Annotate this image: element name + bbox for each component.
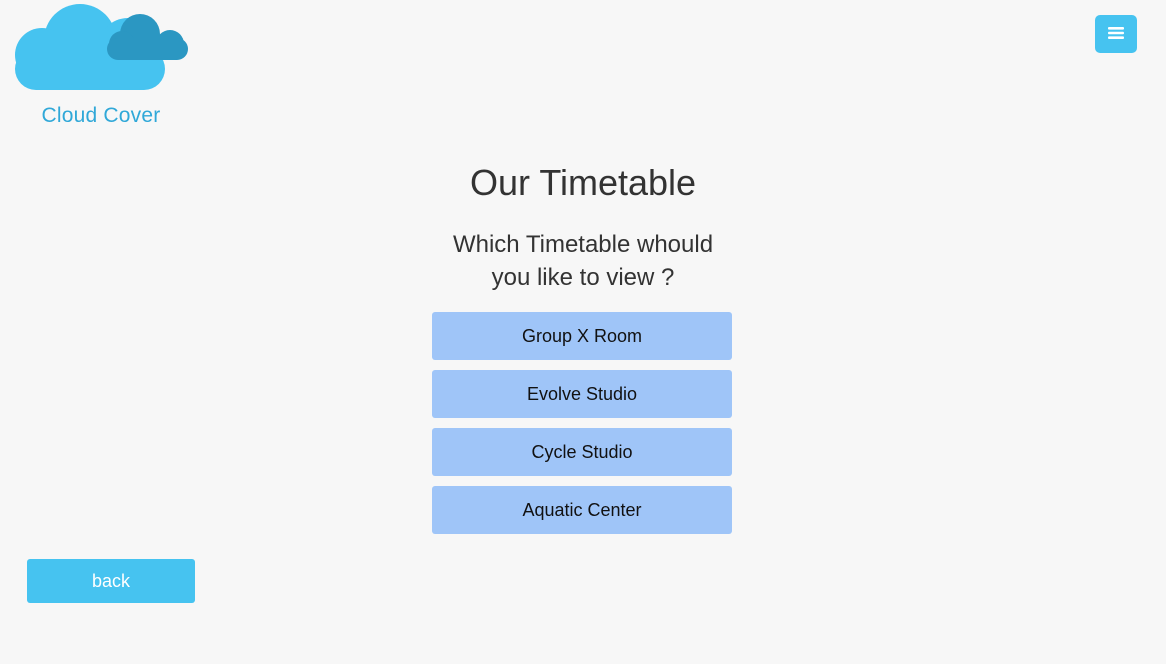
menu-button[interactable]	[1095, 15, 1137, 53]
evolve-studio-button[interactable]: Evolve Studio	[432, 370, 732, 418]
question-line-1: Which Timetable whould	[452, 231, 714, 258]
cloud-logo-icon	[15, 4, 188, 90]
page: Cloud Cover Our Timetable Which Timetabl…	[0, 0, 1166, 664]
brand-name: Cloud Cover	[41, 104, 161, 127]
page-title: Our Timetable	[469, 162, 697, 203]
cycle-studio-button[interactable]: Cycle Studio	[432, 428, 732, 476]
timetable-question: Which Timetable whould you like to view …	[383, 228, 783, 294]
brand-logo[interactable]: Cloud Cover	[10, 0, 200, 140]
back-button[interactable]: back	[27, 559, 195, 603]
aquatic-center-button[interactable]: Aquatic Center	[432, 486, 732, 534]
question-line-2: you like to view ?	[491, 264, 675, 291]
hamburger-menu-icon	[1108, 26, 1124, 43]
group-x-room-button[interactable]: Group X Room	[432, 312, 732, 360]
